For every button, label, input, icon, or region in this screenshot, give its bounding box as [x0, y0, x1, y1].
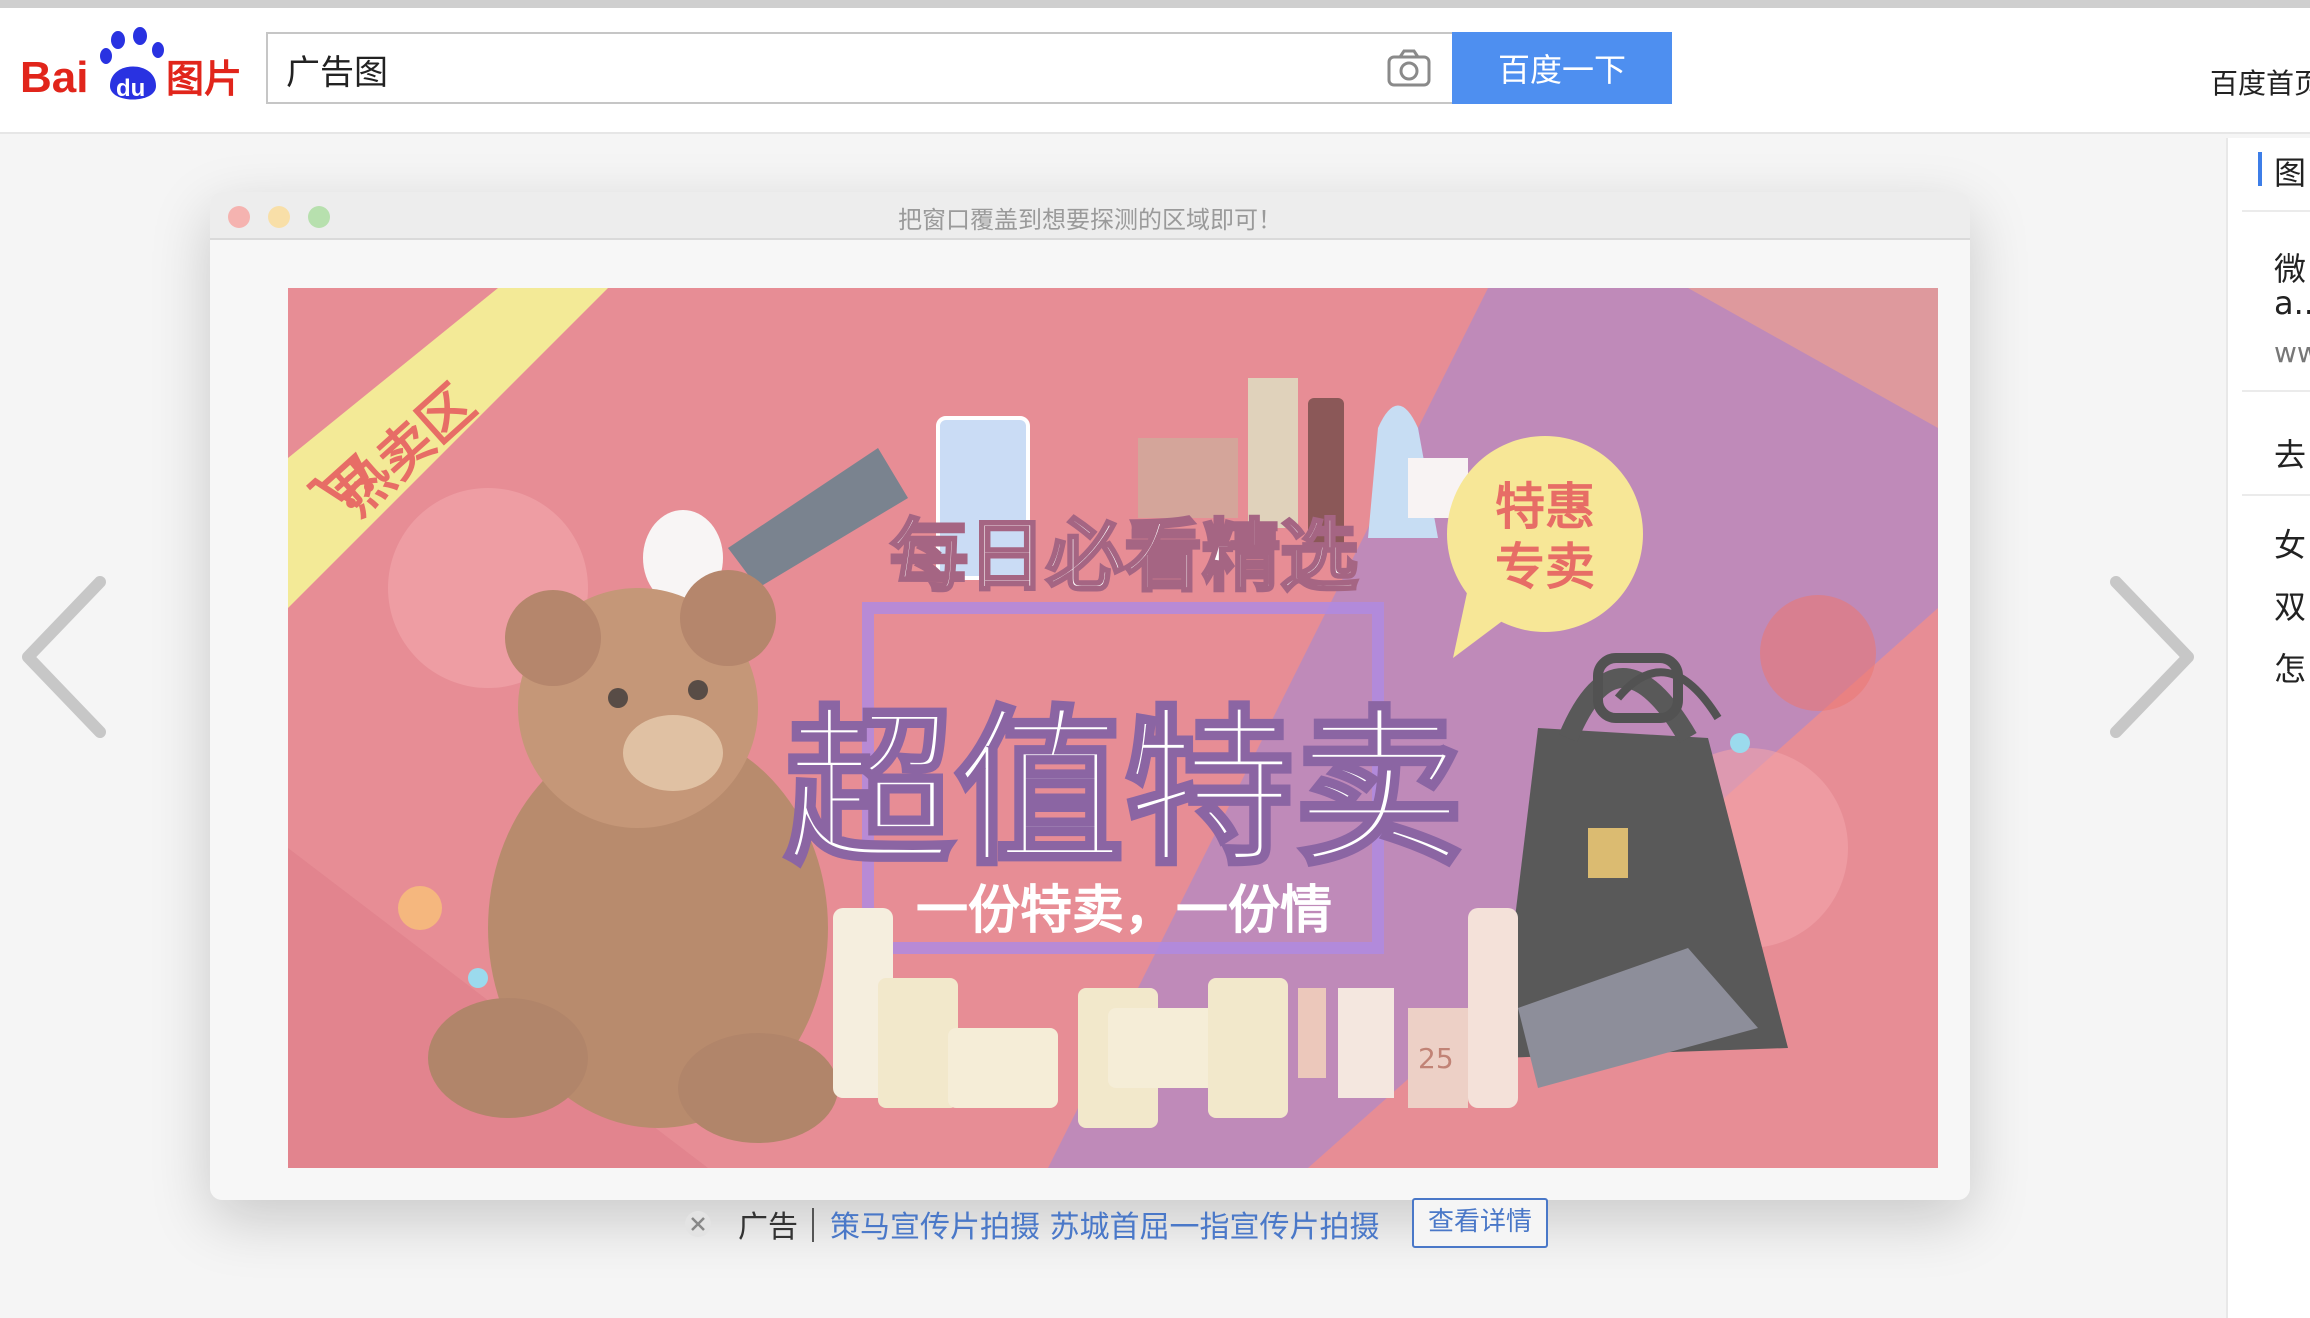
right-panel-link[interactable]: 双 — [2274, 582, 2306, 628]
overlay-window[interactable]: 把窗口覆盖到想要探测的区域即可！ 热卖区 特惠 专卖 每日必看精选 超值特卖 一… — [210, 192, 1970, 1200]
top-border — [0, 0, 2310, 8]
right-panel-section2-title: 去 — [2274, 436, 2307, 474]
divider — [2242, 390, 2310, 392]
camera-icon[interactable] — [1386, 48, 1432, 88]
view-details-button[interactable]: 查看详情 — [1412, 1198, 1549, 1248]
logo-bai: Bai — [20, 53, 88, 102]
header: Bai du 图片 百度一下 百度首页 — [0, 8, 2310, 134]
baidu-home-link[interactable]: 百度首页 — [2210, 62, 2310, 102]
ad-label: 广告 — [738, 1210, 798, 1245]
baidu-images-logo[interactable]: Bai du 图片 — [20, 26, 250, 106]
divider — [2242, 210, 2310, 212]
chevron-right-icon[interactable] — [2104, 572, 2204, 742]
right-panel-section-title: 图 — [2274, 154, 2307, 192]
right-panel-link[interactable]: 怎 — [2274, 644, 2306, 690]
divider — [2242, 494, 2310, 496]
logo-images: 图片 — [166, 57, 242, 101]
search-button[interactable]: 百度一下 — [1452, 32, 1672, 104]
right-panel-link[interactable]: 女 — [2274, 520, 2306, 566]
ad-banner-image[interactable]: 热卖区 特惠 专卖 每日必看精选 超值特卖 一份特卖，一份情 25 — [288, 288, 1938, 1168]
chevron-left-icon[interactable] — [12, 572, 112, 742]
ad-separator — [812, 1208, 814, 1242]
right-panel-item-subtitle[interactable]: a... — [2274, 284, 2310, 322]
ad-link[interactable]: 策马宣传片拍摄 苏城首屈一指宣传片拍摄 — [830, 1202, 1380, 1246]
search-input[interactable] — [284, 34, 1348, 104]
window-title: 把窗口覆盖到想要探测的区域即可！ — [898, 206, 1282, 234]
close-icon[interactable] — [684, 1210, 712, 1238]
right-panel-item-url[interactable]: ww — [2274, 336, 2310, 369]
logo-du: du — [116, 75, 145, 102]
window-titlebar[interactable]: 把窗口覆盖到想要探测的区域即可！ — [210, 192, 1970, 240]
section-accent-bar — [2258, 152, 2262, 186]
search-box[interactable] — [266, 32, 1452, 104]
